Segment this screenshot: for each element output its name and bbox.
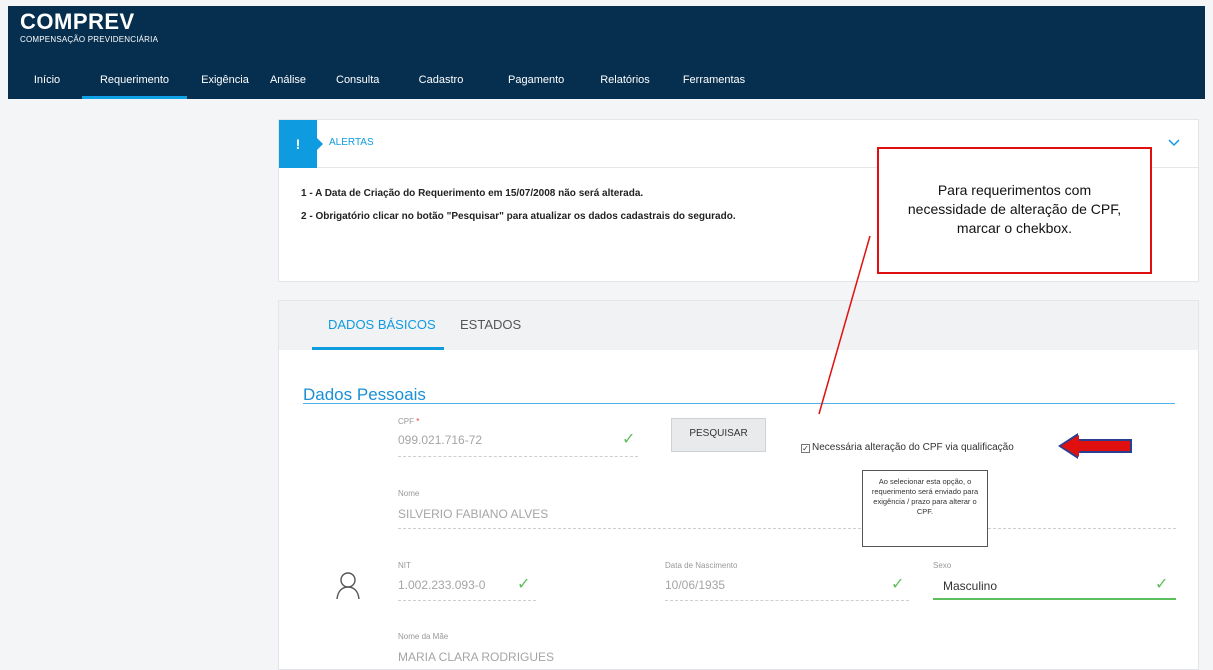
- tab-estados[interactable]: ESTADOS: [460, 317, 521, 332]
- alert-arrow-icon: [317, 138, 323, 150]
- mother-name-label: Nome da Mãe: [398, 632, 449, 641]
- check-icon: ✓: [517, 576, 531, 593]
- birth-date-underline: [665, 600, 909, 601]
- user-avatar-icon: [335, 571, 361, 606]
- checkbox-icon[interactable]: ✓: [801, 444, 810, 453]
- chevron-down-icon[interactable]: [1168, 134, 1180, 150]
- name-field[interactable]: SILVERIO FABIANO ALVES: [398, 507, 548, 521]
- instruction-callout: Para requerimentos com necessidade de al…: [877, 147, 1152, 274]
- nit-field[interactable]: 1.002.233.093-0: [398, 578, 485, 592]
- required-marker: *: [416, 417, 420, 426]
- app-subtitle: COMPENSAÇÃO PREVIDENCIÁRIA: [20, 35, 159, 44]
- check-icon: ✓: [622, 431, 636, 448]
- nav-item-relatorios[interactable]: Relatórios: [598, 68, 652, 99]
- search-button[interactable]: PESQUISAR: [671, 418, 766, 452]
- alert-message-2: 2 - Obrigatório clicar no botão "Pesquis…: [301, 211, 736, 222]
- exclamation-icon: !: [279, 120, 317, 168]
- nav-item-cadastro[interactable]: Cadastro: [418, 68, 464, 99]
- sex-underline: [933, 598, 1176, 600]
- app-brand[interactable]: COMPREV COMPENSAÇÃO PREVIDENCIÁRIA: [20, 9, 159, 45]
- name-underline: [398, 528, 1176, 529]
- check-icon: ✓: [891, 576, 905, 593]
- name-label: Nome: [398, 489, 420, 498]
- birth-date-label: Data de Nascimento: [665, 561, 738, 570]
- active-tab-indicator: [312, 347, 444, 350]
- alerts-title: ALERTAS: [329, 137, 374, 148]
- check-icon: ✓: [1155, 576, 1169, 593]
- nit-label: NIT: [398, 561, 411, 570]
- nav-item-pagamento[interactable]: Pagamento: [508, 68, 564, 99]
- section-divider: [303, 403, 1175, 404]
- nav-item-exigencia[interactable]: Exigência: [198, 68, 252, 99]
- nav-item-requerimento[interactable]: Requerimento: [82, 68, 187, 99]
- sex-label: Sexo: [933, 561, 952, 570]
- cpf-change-checkbox[interactable]: ✓ Necessária alteração do CPF via qualifi…: [801, 442, 1014, 453]
- section-title: Dados Pessoais: [303, 385, 426, 404]
- mother-name-field[interactable]: MARIA CLARA RODRIGUES: [398, 650, 554, 664]
- sex-select[interactable]: Masculino: [943, 579, 997, 593]
- alert-message-1: 1 - A Data de Criação do Requerimento em…: [301, 188, 644, 199]
- birth-date-field[interactable]: 10/06/1935: [665, 578, 725, 592]
- tab-bar: DADOS BÁSICOS ESTADOS: [279, 301, 1198, 350]
- cpf-field[interactable]: 099.021.716-72: [398, 433, 482, 447]
- checkbox-tooltip: Ao selecionar esta opção, o requerimento…: [862, 470, 988, 547]
- nav-item-consulta[interactable]: Consulta: [336, 68, 379, 99]
- nav-item-inicio[interactable]: Início: [28, 68, 66, 99]
- top-navigation-bar: COMPREV COMPENSAÇÃO PREVIDENCIÁRIA Iníci…: [8, 6, 1205, 99]
- nav-item-ferramentas[interactable]: Ferramentas: [682, 68, 746, 99]
- tab-dados-basicos[interactable]: DADOS BÁSICOS: [328, 317, 436, 332]
- checkbox-label: Necessária alteração do CPF via qualific…: [812, 442, 1014, 453]
- cpf-label: CPF *: [398, 417, 420, 426]
- app-title: COMPREV: [20, 9, 135, 34]
- nav-item-analise[interactable]: Análise: [268, 68, 308, 99]
- nit-underline: [398, 600, 536, 601]
- cpf-underline: [398, 456, 638, 457]
- requirement-form-card: DADOS BÁSICOS ESTADOS Dados Pessoais CPF…: [278, 300, 1199, 670]
